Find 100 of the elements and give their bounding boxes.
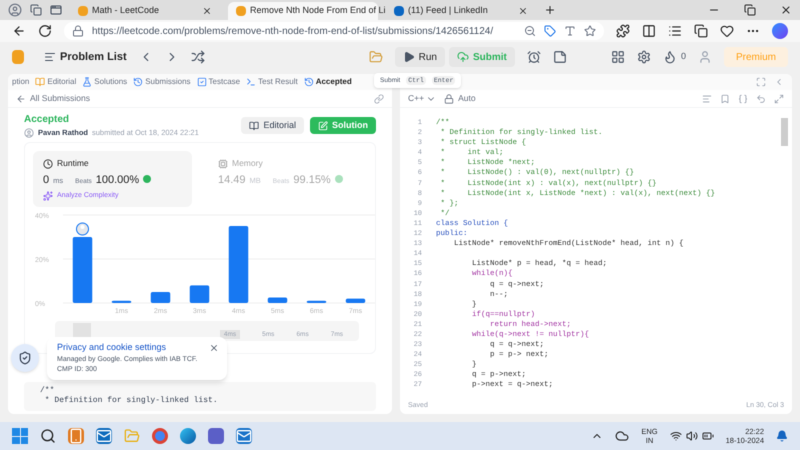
play-icon bbox=[402, 51, 415, 63]
tab-favicon-icon bbox=[236, 6, 246, 16]
tab-icon bbox=[133, 77, 144, 87]
panel-tab[interactable]: Editorial bbox=[35, 76, 76, 88]
layout-icon[interactable] bbox=[610, 50, 625, 64]
bar bbox=[190, 286, 210, 304]
close-icon[interactable] bbox=[780, 4, 792, 16]
mail-app-icon[interactable] bbox=[236, 428, 252, 444]
search-icon[interactable] bbox=[40, 428, 56, 444]
tab-actions-icon[interactable] bbox=[50, 4, 62, 16]
back-icon[interactable] bbox=[12, 24, 26, 38]
restore-icon[interactable] bbox=[744, 4, 756, 16]
clock-icon bbox=[43, 158, 53, 169]
bar bbox=[346, 298, 366, 304]
editorial-button[interactable]: Editorial bbox=[241, 117, 304, 134]
extensions-icon[interactable] bbox=[616, 24, 630, 38]
read-aloud-icon[interactable] bbox=[564, 25, 576, 37]
new-tab-icon[interactable] bbox=[544, 4, 556, 16]
close-icon[interactable] bbox=[518, 6, 528, 16]
zoom-icon[interactable] bbox=[524, 25, 536, 37]
favorite-star-icon[interactable] bbox=[584, 25, 596, 37]
notification-bell-icon[interactable] bbox=[776, 430, 788, 442]
bookmark-icon[interactable] bbox=[720, 94, 730, 104]
edit-icon bbox=[318, 120, 328, 130]
weather-icon[interactable] bbox=[615, 429, 630, 443]
copilot-icon[interactable] bbox=[772, 23, 788, 39]
bar bbox=[150, 292, 170, 304]
auto-mode-label: Auto bbox=[458, 92, 476, 105]
language-dropdown[interactable]: C++ bbox=[408, 92, 436, 105]
bar bbox=[306, 301, 326, 304]
cloud-upload-icon bbox=[456, 51, 469, 63]
undo-icon[interactable] bbox=[756, 94, 766, 104]
url-field[interactable]: https://leetcode.com/problems/remove-nth-node-from-end-of-list/submissions/1426561124/ bbox=[64, 22, 604, 40]
panel-tab[interactable]: ption bbox=[12, 76, 30, 88]
close-icon[interactable] bbox=[209, 343, 219, 353]
tab-icon bbox=[82, 77, 92, 87]
run-button[interactable]: Run bbox=[394, 47, 445, 67]
link-icon[interactable] bbox=[374, 94, 384, 104]
stat-value: 14.49 bbox=[218, 173, 246, 188]
sparkle-icon bbox=[43, 190, 53, 201]
all-submissions-link[interactable]: All Submissions bbox=[30, 92, 90, 105]
browser-tab[interactable]: (11) Feed | LinkedIn bbox=[386, 2, 536, 20]
panel-tab[interactable]: Solutions bbox=[82, 76, 128, 88]
panel-tab[interactable]: Test Result bbox=[246, 76, 298, 88]
popup-title[interactable]: Privacy and cookie settings bbox=[57, 341, 203, 354]
code-line: /** bbox=[40, 386, 56, 396]
url-text: https://leetcode.com/problems/remove-nth-node-from-end-of-list/submissions/1426561124/ bbox=[92, 24, 494, 38]
browser-tab[interactable]: Math - LeetCode bbox=[70, 2, 220, 20]
tab-favicon-icon bbox=[78, 6, 88, 16]
list-icon bbox=[44, 51, 56, 63]
panel-tab[interactable]: Testcase bbox=[196, 76, 240, 88]
expand-icon[interactable] bbox=[774, 94, 784, 104]
braces-icon[interactable] bbox=[738, 94, 748, 104]
streak-count: 0 bbox=[680, 50, 686, 64]
lock-icon bbox=[72, 25, 84, 37]
avatar-icon bbox=[24, 128, 34, 138]
split-screen-icon[interactable] bbox=[642, 24, 656, 38]
scrollbar[interactable] bbox=[781, 118, 788, 146]
profile-icon[interactable] bbox=[8, 3, 22, 17]
avatar-marker-icon bbox=[76, 222, 89, 236]
mail-app-icon[interactable] bbox=[96, 428, 112, 444]
collections-icon[interactable] bbox=[694, 24, 708, 38]
workspaces-icon[interactable] bbox=[30, 4, 42, 16]
tab-title: Math - LeetCode bbox=[92, 4, 160, 18]
lock-icon bbox=[444, 94, 454, 104]
panel-tab[interactable]: Accepted bbox=[304, 76, 352, 88]
notes-icon[interactable] bbox=[552, 50, 567, 64]
close-icon[interactable] bbox=[202, 6, 212, 16]
stat-label: Memory bbox=[232, 157, 263, 170]
favorites-icon[interactable] bbox=[668, 24, 682, 38]
code-line: * Definition for singly-linked list. bbox=[44, 396, 219, 406]
problem-list-link[interactable]: Problem List bbox=[60, 48, 127, 66]
beats-percent: 100.00% bbox=[96, 173, 140, 188]
beats-percent: 99.15% bbox=[293, 173, 331, 188]
privacy-button[interactable] bbox=[11, 344, 39, 372]
reload-icon[interactable] bbox=[38, 24, 52, 38]
start-icon[interactable] bbox=[12, 428, 28, 444]
tab-title: Remove Nth Node From End of Li bbox=[250, 4, 386, 18]
format-icon[interactable] bbox=[702, 94, 712, 104]
bar bbox=[72, 237, 92, 304]
tab-title: (11) Feed | LinkedIn bbox=[408, 4, 489, 18]
bar bbox=[268, 298, 288, 304]
battery-icon[interactable] bbox=[702, 430, 714, 442]
tab-icon bbox=[196, 77, 207, 87]
shuffle-icon[interactable] bbox=[190, 50, 205, 64]
book-icon bbox=[249, 120, 260, 130]
settings-icon[interactable] bbox=[636, 50, 651, 64]
tag-icon[interactable] bbox=[544, 25, 556, 37]
chip-icon bbox=[218, 158, 228, 169]
streak-icon[interactable] bbox=[662, 50, 677, 64]
beats-badge-icon bbox=[334, 175, 343, 183]
shield-icon bbox=[18, 351, 32, 366]
tab-icon bbox=[304, 77, 314, 87]
panel-tab[interactable]: Submissions bbox=[133, 76, 191, 88]
bar bbox=[112, 301, 132, 304]
tab-icon bbox=[35, 77, 46, 87]
timer-icon[interactable] bbox=[526, 50, 541, 64]
volume-icon[interactable] bbox=[686, 430, 698, 442]
status-text: Accepted bbox=[24, 113, 70, 127]
app-icon[interactable] bbox=[68, 428, 84, 444]
